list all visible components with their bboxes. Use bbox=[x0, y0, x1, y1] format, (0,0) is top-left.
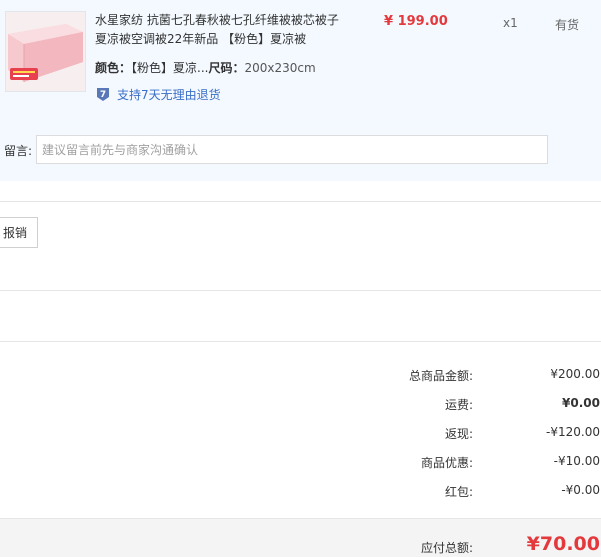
totals-label: 返现: bbox=[444, 427, 473, 441]
totals-row-cashback: 返现: -¥120.00 bbox=[0, 425, 601, 443]
totals-label: 总商品金额: bbox=[408, 369, 473, 383]
divider bbox=[0, 201, 601, 202]
order-confirm-page: 水星家纺 抗菌七孔春秋被七孔纤维被被芯被子夏凉被空调被22年新品 【粉色】夏凉被… bbox=[0, 0, 601, 557]
return-policy-text[interactable]: 支持7天无理由退货 bbox=[117, 86, 221, 103]
totals-label: 商品优惠: bbox=[420, 456, 473, 470]
totals-label: 红包: bbox=[444, 485, 473, 499]
pink-quilt-thumbnail bbox=[6, 12, 85, 91]
product-price: ¥ 199.00 bbox=[384, 14, 448, 29]
totals-row-red-packet: 红包: -¥0.00 bbox=[0, 483, 601, 501]
product-thumbnail[interactable] bbox=[5, 11, 86, 92]
remark-input[interactable] bbox=[36, 135, 548, 164]
product-quantity: x1 bbox=[503, 16, 518, 30]
totals-row-shipping: 运费: ¥0.00 bbox=[0, 396, 601, 414]
return-policy: 7 支持7天无理由退货 bbox=[95, 85, 221, 103]
grand-total-label: 应付总额: bbox=[420, 541, 473, 555]
grand-total-value: ¥70.00 bbox=[526, 533, 600, 555]
return-icon-glyph: 7 bbox=[100, 90, 106, 100]
totals-value: -¥10.00 bbox=[553, 454, 600, 468]
seven-day-return-icon: 7 bbox=[95, 86, 111, 102]
reimburse-button[interactable]: 报销 bbox=[0, 217, 38, 248]
divider bbox=[0, 341, 601, 342]
totals-value: ¥0.00 bbox=[562, 396, 600, 410]
grand-total-bar: 应付总额: ¥70.00 bbox=[0, 518, 601, 557]
color-label: 颜色： bbox=[95, 61, 132, 75]
totals-value: -¥120.00 bbox=[546, 425, 600, 439]
totals-row-discount: 商品优惠: -¥10.00 bbox=[0, 454, 601, 472]
totals-row-goods: 总商品金额: ¥200.00 bbox=[0, 367, 601, 385]
totals-value: ¥200.00 bbox=[550, 367, 600, 381]
product-specs: 颜色：【粉色】夏凉...尺码：200x230cm bbox=[95, 59, 316, 76]
size-value: 200x230cm bbox=[244, 61, 316, 75]
totals-label: 运费: bbox=[444, 398, 473, 412]
remark-label: 留言: bbox=[4, 144, 33, 158]
color-value: 【粉色】夏凉... bbox=[131, 61, 209, 75]
product-block: 水星家纺 抗菌七孔春秋被七孔纤维被被芯被子夏凉被空调被22年新品 【粉色】夏凉被… bbox=[0, 0, 601, 181]
divider bbox=[0, 290, 601, 291]
size-label: 尺码： bbox=[208, 61, 245, 75]
product-title[interactable]: 水星家纺 抗菌七孔春秋被七孔纤维被被芯被子夏凉被空调被22年新品 【粉色】夏凉被 bbox=[95, 11, 340, 49]
totals-value: -¥0.00 bbox=[561, 483, 600, 497]
stock-status: 有货 bbox=[555, 18, 580, 32]
